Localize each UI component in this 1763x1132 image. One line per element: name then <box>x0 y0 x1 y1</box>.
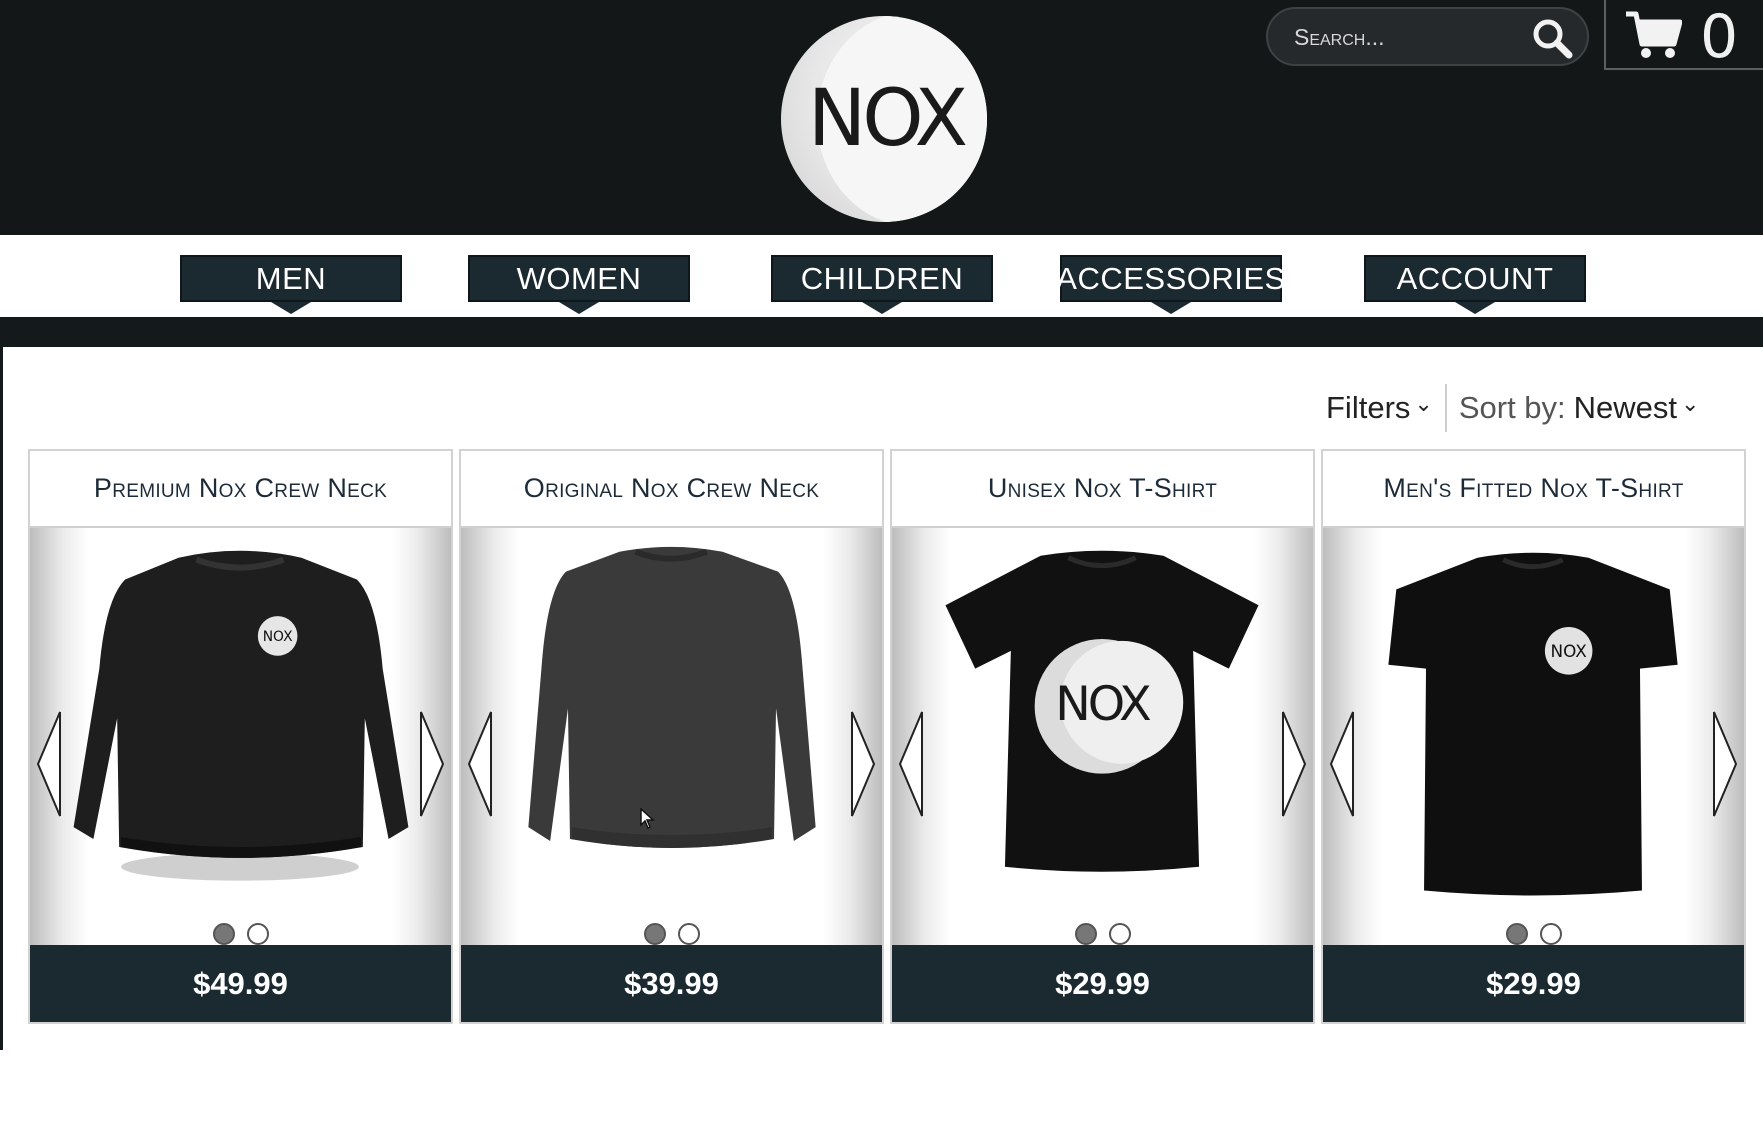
product-card[interactable]: Premium Nox Crew Neck NOX $49.99 <box>28 449 453 1024</box>
carousel-prev-arrow[interactable] <box>36 710 62 818</box>
chevron-down-icon: ⌄ <box>1681 391 1700 416</box>
product-card[interactable]: Unisex Nox T-Shirt NOX $29.99 <box>890 449 1315 1024</box>
nav-item-account[interactable]: ACCOUNT <box>1364 255 1586 314</box>
garment-badge: NOX <box>1551 641 1587 661</box>
product-card[interactable]: Original Nox Crew Neck $39.99 <box>459 449 884 1024</box>
carousel-next-arrow[interactable] <box>850 710 876 818</box>
listing-toolbar: Filters ⌄ Sort by: Newest ⌄ <box>1326 384 1700 432</box>
carousel-prev-arrow[interactable] <box>467 710 493 818</box>
sort-prefix: Sort by: <box>1458 390 1566 425</box>
logo-text: NOX <box>807 74 968 164</box>
product-image-carousel: NOX <box>30 528 451 948</box>
filters-label: Filters <box>1326 390 1411 425</box>
product-price: $29.99 <box>1323 945 1744 1022</box>
search-icon[interactable] <box>1530 17 1574 59</box>
carousel-dot[interactable] <box>643 923 666 945</box>
nav-item-label: MEN <box>255 260 327 296</box>
chevron-down-icon <box>1151 302 1191 314</box>
sort-value: Newest <box>1573 390 1678 425</box>
product-image-carousel: NOX <box>892 528 1313 948</box>
carousel-next-arrow[interactable] <box>1712 710 1738 818</box>
chevron-down-icon <box>271 302 311 314</box>
carousel-dot[interactable] <box>1505 923 1528 945</box>
sort-dropdown[interactable]: Sort by: Newest ⌄ <box>1459 390 1700 426</box>
carousel-dot[interactable] <box>677 923 700 945</box>
toolbar-divider <box>1444 384 1447 432</box>
mouse-cursor-icon <box>640 808 655 830</box>
nav-item-label: WOMEN <box>516 260 642 296</box>
carousel-prev-arrow[interactable] <box>1329 710 1355 818</box>
search-input[interactable] <box>1294 23 1514 51</box>
product-title: Original Nox Crew Neck <box>461 451 882 528</box>
carousel-dot[interactable] <box>1108 923 1131 945</box>
cart-button[interactable]: 0 <box>1604 0 1763 72</box>
carousel-dot[interactable] <box>1074 923 1097 945</box>
carousel-indicators <box>212 923 269 947</box>
product-title: Premium Nox Crew Neck <box>30 451 451 528</box>
product-image-carousel <box>461 528 882 948</box>
tshirt-image: NOX <box>945 550 1259 872</box>
carousel-dot[interactable] <box>1539 923 1562 945</box>
nav-item-label: CHILDREN <box>800 260 964 296</box>
product-title: Unisex Nox T-Shirt <box>892 451 1313 528</box>
crew-neck-sweater-image: NOX <box>73 550 409 881</box>
filters-button[interactable]: Filters ⌄ <box>1326 390 1433 426</box>
content-left-border <box>0 347 3 1050</box>
carousel-next-arrow[interactable] <box>419 710 445 818</box>
carousel-prev-arrow[interactable] <box>898 710 924 818</box>
carousel-dot[interactable] <box>212 923 235 945</box>
chevron-down-icon <box>1455 302 1495 314</box>
tshirt-image: NOX <box>1388 552 1678 896</box>
cart-count: 0 <box>1700 2 1739 72</box>
product-price: $29.99 <box>892 945 1313 1022</box>
product-image-carousel: NOX <box>1323 528 1744 948</box>
garment-badge: NOX <box>263 629 293 645</box>
nav-item-children[interactable]: CHILDREN <box>771 255 993 314</box>
product-title: Men's Fitted Nox T-Shirt <box>1323 451 1744 528</box>
carousel-indicators <box>1505 923 1562 947</box>
carousel-indicators <box>1074 923 1131 947</box>
carousel-dot[interactable] <box>246 923 269 945</box>
nox-logo[interactable]: NOX <box>781 16 987 222</box>
nav-divider-band <box>0 317 1763 347</box>
garment-badge: NOX <box>1055 677 1151 732</box>
carousel-next-arrow[interactable] <box>1281 710 1307 818</box>
carousel-indicators <box>643 923 700 947</box>
chevron-down-icon: ⌄ <box>1414 391 1433 416</box>
product-price: $39.99 <box>461 945 882 1022</box>
nav-item-accessories[interactable]: ACCESSORIES <box>1056 255 1285 314</box>
nav-item-label: ACCOUNT <box>1396 260 1554 296</box>
nav-item-men[interactable]: MEN <box>180 255 402 314</box>
site-header: NOX 0 <box>0 0 1763 235</box>
nav-item-women[interactable]: WOMEN <box>468 255 690 314</box>
cart-icon <box>1626 11 1682 58</box>
chevron-down-icon <box>559 302 599 314</box>
product-price: $49.99 <box>30 945 451 1022</box>
nav-item-label: ACCESSORIES <box>1056 260 1286 296</box>
chevron-down-icon <box>862 302 902 314</box>
main-nav: MEN WOMEN CHILDREN ACCESSORIES ACCOUNT <box>0 235 1763 317</box>
crew-neck-sweater-image <box>528 546 816 848</box>
search-bar <box>1266 7 1589 66</box>
product-card[interactable]: Men's Fitted Nox T-Shirt NOX $29.99 <box>1321 449 1746 1024</box>
